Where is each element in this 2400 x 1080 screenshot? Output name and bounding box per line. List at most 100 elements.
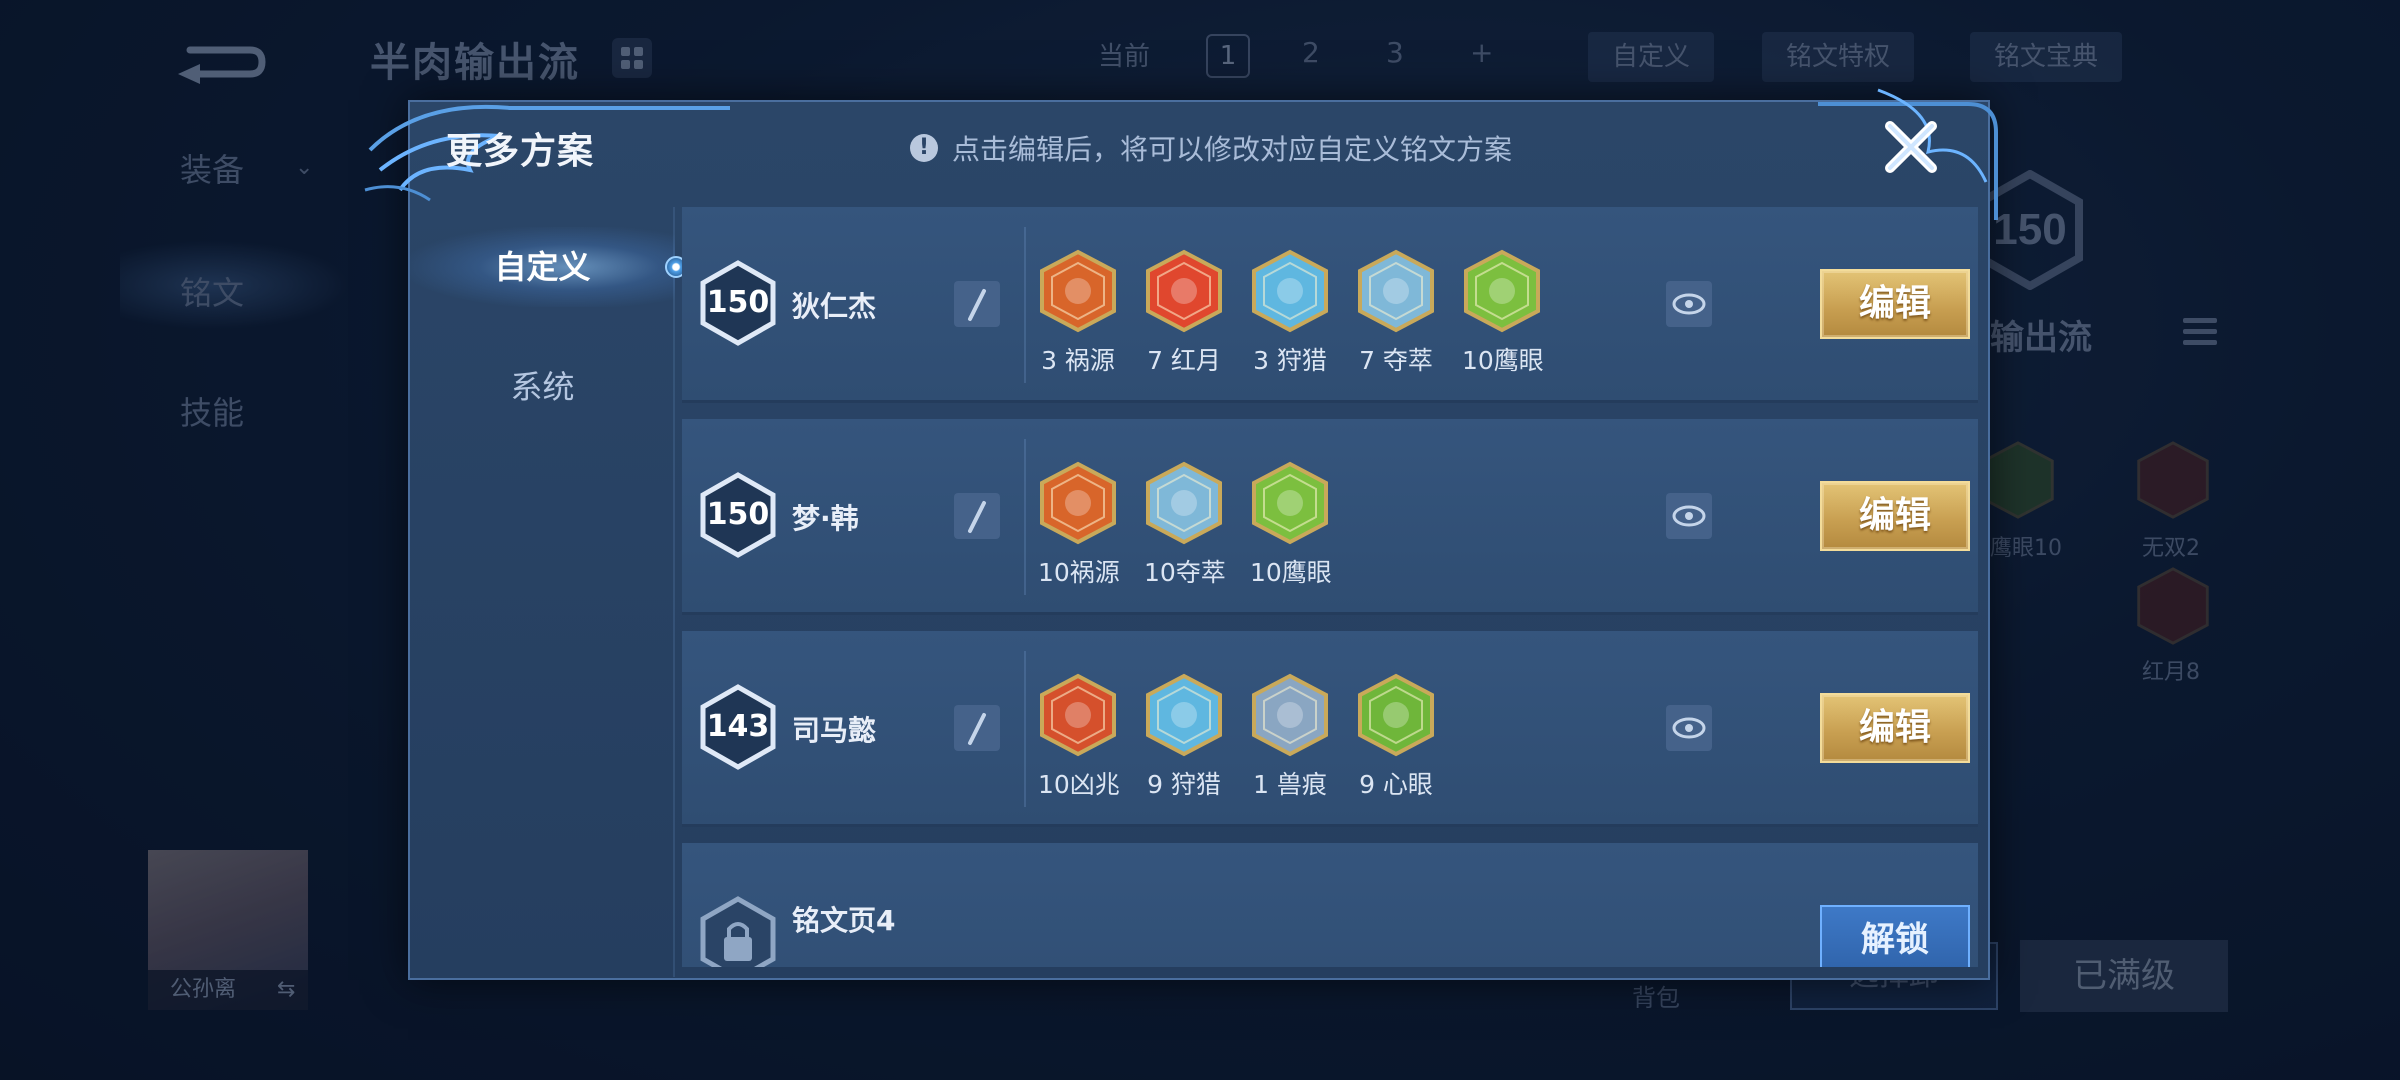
rune-item[interactable]: 7 红月: [1144, 249, 1224, 377]
rename-button[interactable]: [954, 493, 1000, 539]
modal-title: 更多方案: [446, 131, 595, 172]
rune-item[interactable]: 3 狩猎: [1250, 249, 1330, 377]
page-tab-1[interactable]: 1: [1206, 34, 1250, 78]
pen-icon: [968, 501, 986, 533]
level-badge: 150: [698, 471, 778, 559]
grid-icon[interactable]: [612, 38, 652, 78]
rune-label: 1 兽痕: [1253, 770, 1327, 799]
sidebar-item-runes[interactable]: 铭文: [180, 268, 244, 314]
rune-label: 10夺萃: [1144, 558, 1226, 587]
close-button[interactable]: [1882, 118, 1940, 176]
eye-icon: [1672, 717, 1706, 739]
level-number: 143: [706, 709, 770, 744]
unlock-button[interactable]: 解锁: [1820, 905, 1970, 967]
plan-tabs: 自定义 系统: [410, 207, 687, 977]
rune-wushuang-icon: [2137, 441, 2209, 519]
bg-rune-label: 红月8: [2142, 660, 2200, 685]
rune-item[interactable]: 1 兽痕: [1250, 673, 1330, 801]
preview-button[interactable]: [1666, 493, 1712, 539]
rune-list: 10凶兆 9 狩猎 1 兽痕 9 心眼: [1038, 673, 1436, 801]
divider: [1024, 227, 1026, 383]
rune-hongyue-icon: [2137, 567, 2209, 645]
rune-hongyue-icon: [1144, 249, 1224, 333]
rune-label: 9 心眼: [1359, 770, 1433, 799]
preview-button[interactable]: [1666, 281, 1712, 327]
swap-icon: ⇆: [277, 977, 296, 1002]
rune-item[interactable]: 9 心眼: [1356, 673, 1436, 801]
rune-duocui-icon: [1356, 249, 1436, 333]
rune-item[interactable]: 9 狩猎: [1144, 673, 1224, 801]
tab-label: 自定义: [494, 248, 591, 286]
rune-list: 10祸源 10夺萃 10鹰眼: [1038, 461, 1332, 589]
tab-label: 系统: [510, 368, 575, 406]
plan-name: 梦·韩: [792, 502, 859, 535]
preview-button[interactable]: [1666, 705, 1712, 751]
menu-icon[interactable]: [2183, 318, 2217, 358]
rune-xiongzhao-icon: [1038, 673, 1118, 757]
divider: [1024, 439, 1026, 595]
tab-custom[interactable]: 自定义: [410, 227, 687, 307]
rename-button[interactable]: [954, 705, 1000, 751]
rune-codex-button[interactable]: 铭文宝典: [1970, 32, 2123, 82]
rune-item[interactable]: 7 夺萃: [1356, 249, 1436, 377]
info-icon: !: [910, 134, 938, 162]
hint-text: 点击编辑后，将可以修改对应自定义铭文方案: [952, 133, 1513, 166]
plan-row: 150 梦·韩 10祸源 10夺萃 10鹰眼 编辑: [682, 419, 1978, 615]
level-number: 150: [706, 497, 770, 532]
rune-item[interactable]: 3 祸源: [1038, 249, 1118, 377]
custom-button[interactable]: 自定义: [1588, 32, 1715, 82]
chevron-down-icon: ⌄: [295, 155, 314, 180]
eye-icon: [1672, 505, 1706, 527]
rune-shoulie-icon: [1250, 249, 1330, 333]
scheme-title: 半肉输出流: [370, 40, 580, 86]
rune-item[interactable]: 10凶兆: [1038, 673, 1120, 801]
page-tab-2[interactable]: 2: [1302, 36, 1320, 69]
bg-rune-label: 无双2: [2142, 536, 2200, 561]
more-plans-modal: 更多方案 ! 点击编辑后，将可以修改对应自定义铭文方案 自定义 系统 150 狄…: [364, 88, 1998, 980]
right-scheme-title: 输出流: [1990, 318, 2092, 358]
plan-name: 铭文页4: [792, 904, 896, 937]
back-button[interactable]: [170, 30, 270, 90]
edit-button[interactable]: 编辑: [1820, 693, 1970, 763]
hero-name: 公孙离 ⇆: [148, 970, 308, 1010]
plan-name: 司马懿: [792, 714, 877, 747]
add-page-button[interactable]: +: [1470, 36, 1493, 69]
plan-name: 狄仁杰: [792, 290, 877, 323]
current-page-label: 当前: [1098, 42, 1151, 72]
sidebar-item-equipment[interactable]: 装备: [180, 145, 244, 191]
rune-xinyan-icon: [1356, 673, 1436, 757]
modal-hint: ! 点击编辑后，将可以修改对应自定义铭文方案: [910, 128, 1512, 168]
rune-item[interactable]: 10夺萃: [1144, 461, 1226, 589]
rune-item[interactable]: 10祸源: [1038, 461, 1120, 589]
plan-row: 150 狄仁杰 3 祸源 7 红月 3 狩猎 7 夺萃 10鹰眼 编辑: [682, 207, 1978, 403]
level-number: 150: [706, 285, 770, 320]
rune-shoulie-icon: [1144, 673, 1224, 757]
modal-header: 更多方案 ! 点击编辑后，将可以修改对应自定义铭文方案: [364, 88, 1998, 220]
divider: [1024, 651, 1026, 807]
plan-row: 143 司马懿 10凶兆 9 狩猎 1 兽痕 9 心眼 编辑: [682, 631, 1978, 827]
lock-icon: [700, 896, 776, 967]
max-level-button[interactable]: 已满级: [2020, 940, 2228, 1012]
rune-list: 3 祸源 7 红月 3 狩猎 7 夺萃 10鹰眼: [1038, 249, 1544, 377]
edit-button[interactable]: 编辑: [1820, 481, 1970, 551]
plan-row-locked: 铭文页4 解锁: [682, 843, 1978, 967]
rune-item[interactable]: 10鹰眼: [1250, 461, 1332, 589]
bg-rune-label: 鹰眼10: [1990, 536, 2062, 561]
close-icon: [1885, 121, 1937, 173]
page-tab-3[interactable]: 3: [1386, 36, 1404, 69]
tab-system[interactable]: 系统: [410, 347, 675, 427]
edit-button[interactable]: 编辑: [1820, 269, 1970, 339]
rename-button[interactable]: [954, 281, 1000, 327]
sidebar-item-skills[interactable]: 技能: [180, 388, 244, 434]
pen-icon: [968, 289, 986, 321]
rune-item[interactable]: 10鹰眼: [1462, 249, 1544, 377]
rune-shouhen-icon: [1250, 673, 1330, 757]
rune-yingyan-icon: [1250, 461, 1330, 545]
rune-label: 9 狩猎: [1147, 770, 1221, 799]
rune-yingyan-icon: [1462, 249, 1542, 333]
pen-icon: [968, 713, 986, 745]
rune-label: 3 祸源: [1041, 346, 1115, 375]
bag-label[interactable]: 背包: [1632, 978, 1680, 1013]
rune-huoyuan-icon: [1038, 249, 1118, 333]
rune-privilege-button[interactable]: 铭文特权: [1762, 32, 1915, 82]
